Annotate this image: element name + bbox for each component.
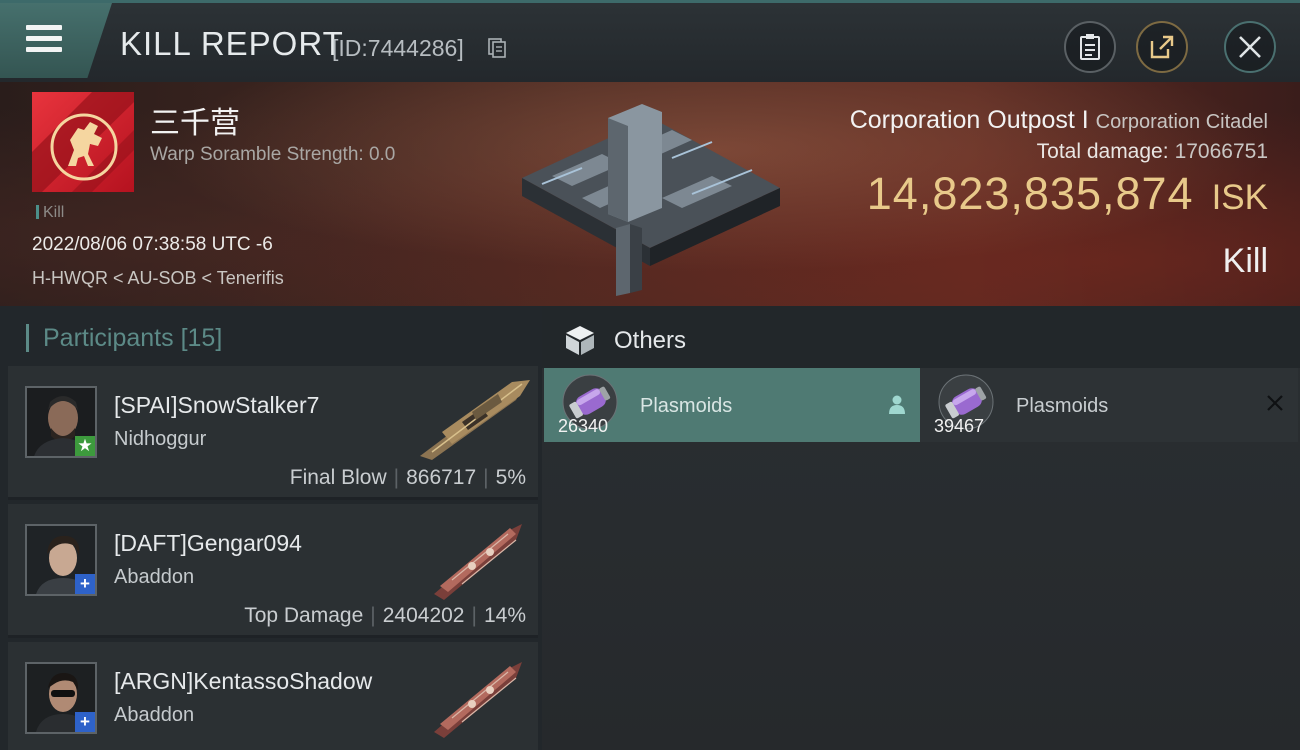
total-damage-label: Total damage:	[1036, 140, 1169, 163]
others-title: Others	[614, 327, 687, 354]
isk-unit: ISK	[1211, 178, 1268, 217]
warp-scramble-strength: Warp Soramble Strength: 0.0	[150, 144, 396, 165]
item-quantity: 26340	[558, 416, 609, 436]
menu-button[interactable]	[0, 3, 112, 78]
page-title: KILL REPORT	[120, 25, 344, 62]
kill-tag: Kill	[36, 204, 64, 222]
avatar[interactable]: +	[25, 662, 97, 734]
participant-ship: Nidhoggur	[114, 428, 207, 450]
item-name: Plasmoids	[640, 395, 733, 417]
participant-percent: 14%	[483, 604, 526, 627]
item-plasmoids-dropped[interactable]: 26340 Plasmoids	[544, 368, 920, 442]
ship-nidhoggur-image[interactable]	[412, 372, 532, 462]
participant-stats: Top Damage | 2404202 | 14%	[244, 604, 526, 627]
plus-badge-icon: +	[75, 574, 95, 594]
horse-emblem-icon	[32, 92, 134, 192]
structure-name-line: Corporation Outpost I Corporation Citade…	[850, 106, 1268, 135]
participant-ship: Abaddon	[114, 704, 195, 726]
others-header: Others	[542, 306, 1300, 368]
ship-abaddon-image[interactable]	[412, 510, 532, 600]
participants-panel: Participants [15] ★ [SPAI]SnowStalker7 N…	[0, 306, 542, 750]
close-icon	[1239, 36, 1261, 58]
participant-role: Final Blow	[289, 466, 387, 489]
isk-loss: 14,823,835,874 ISK	[867, 168, 1268, 220]
participant-name: [ARGN]KentassoShadow	[114, 668, 373, 694]
structure-class: Corporation Citadel	[1095, 111, 1268, 133]
copy-icon[interactable]	[488, 38, 506, 58]
kill-banner: 三千营 Warp Soramble Strength: 0.0 Kill 202…	[0, 82, 1300, 306]
cube-icon	[566, 326, 594, 355]
participant-damage: 866717	[406, 466, 477, 489]
item-quantity: 39467	[934, 416, 985, 436]
kill-location[interactable]: H-HWQR < AU-SOB < Tenerifis	[32, 268, 284, 289]
others-panel: Others 26340 Plasmoids 39467 Plasmoids	[542, 306, 1300, 750]
person-icon	[889, 395, 905, 414]
participant-role: Top Damage	[244, 604, 364, 627]
participant-ship: Abaddon	[114, 566, 195, 588]
title-bar: KILL REPORT [ID:7444286]	[0, 0, 1300, 82]
ship-abaddon-image[interactable]	[412, 648, 532, 738]
structure-image[interactable]	[512, 98, 786, 298]
avatar[interactable]: +	[25, 524, 97, 596]
total-damage: Total damage: 17066751	[1037, 140, 1268, 164]
clipboard-button[interactable]	[1064, 21, 1116, 73]
participant-row[interactable]: ★ [SPAI]SnowStalker7 Nidhoggur Final Blo…	[8, 366, 538, 500]
participant-stats: Final Blow | 866717 | 5%	[289, 466, 526, 489]
participant-row[interactable]: + [ARGN]KentassoShadow Abaddon	[8, 642, 538, 750]
participant-damage: 2404202	[382, 604, 465, 627]
share-external-icon	[1150, 35, 1174, 59]
destroyed-x-icon	[1267, 395, 1283, 411]
total-damage-value: 17066751	[1174, 140, 1268, 163]
participant-name: [SPAI]SnowStalker7	[114, 392, 320, 418]
participants-header[interactable]: Participants [15]	[26, 324, 222, 352]
isk-value: 14,823,835,874	[866, 168, 1194, 219]
kill-timestamp: 2022/08/06 07:38:58 UTC -6	[32, 234, 273, 255]
participant-name: [DAFT]Gengar094	[114, 530, 302, 556]
result-label: Kill	[1222, 242, 1268, 280]
participants-count: [15]	[180, 324, 223, 352]
close-button[interactable]	[1224, 21, 1276, 73]
share-button[interactable]	[1136, 21, 1188, 73]
report-id: [ID:7444286]	[332, 35, 464, 61]
plus-badge-icon: +	[75, 712, 95, 732]
participant-row[interactable]: + [DAFT]Gengar094 Abaddon Top Damage | 240…	[8, 504, 538, 638]
item-plasmoids-destroyed[interactable]: 39467 Plasmoids	[920, 368, 1298, 442]
item-name: Plasmoids	[1016, 395, 1109, 417]
corporation-logo[interactable]	[32, 92, 134, 192]
victim-corp-name: 三千营	[150, 107, 240, 140]
structure-name: Corporation Outpost I	[849, 106, 1089, 134]
participant-percent: 5%	[495, 466, 526, 489]
star-badge-icon: ★	[75, 436, 95, 456]
clipboard-icon	[1080, 34, 1100, 60]
participants-label: Participants	[43, 324, 174, 352]
avatar[interactable]: ★	[25, 386, 97, 458]
hamburger-menu-icon	[26, 25, 62, 53]
